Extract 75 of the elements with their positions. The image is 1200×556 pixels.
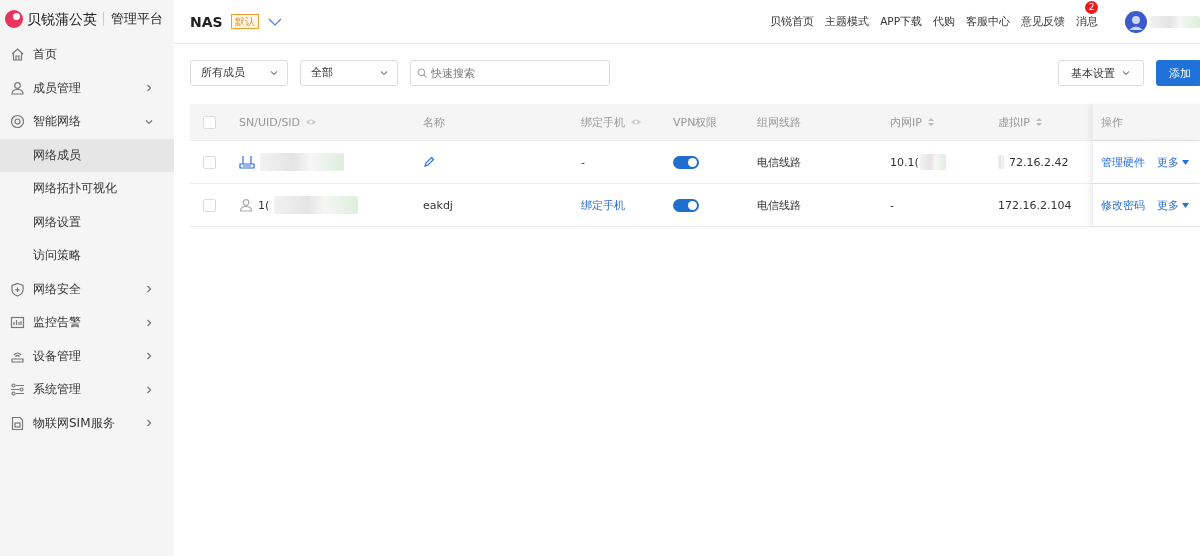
header-link[interactable]: 主题模式 — [825, 14, 870, 29]
toggle-switch[interactable] — [673, 155, 699, 169]
pencil-icon[interactable] — [423, 156, 435, 168]
caret-down-icon — [1182, 159, 1189, 165]
more-dropdown[interactable]: 更多 — [1157, 197, 1189, 213]
sliders-icon — [10, 382, 25, 398]
router-icon — [239, 155, 255, 169]
table-cell: - — [581, 155, 585, 169]
bind-phone-link[interactable]: 绑定手机 — [581, 197, 625, 213]
filter-dropdown[interactable]: 全部 — [300, 60, 398, 86]
chevron-down-icon — [269, 68, 279, 78]
table-cell: 72.16.2.42 — [1009, 155, 1069, 169]
add-button[interactable]: 添加 — [1156, 60, 1200, 86]
header-link[interactable]: 意见反馈 — [1021, 14, 1065, 29]
column-header: SN/UID/SID — [239, 115, 301, 129]
sidebar-item[interactable]: 物联网SIM服务 — [0, 406, 174, 440]
table-cell: 电信线路 — [757, 154, 801, 170]
chevron-down-icon — [1121, 68, 1131, 78]
sidebar-item[interactable]: 设备管理 — [0, 339, 174, 373]
sidebar-item[interactable]: 网络安全 — [0, 272, 174, 306]
more-dropdown[interactable]: 更多 — [1157, 154, 1189, 170]
column-header: 名称 — [423, 114, 445, 130]
column-header: 绑定手机 — [581, 114, 625, 130]
chevron-down-icon — [379, 68, 389, 78]
sidebar-item[interactable]: 成员管理 — [0, 71, 174, 105]
table-cell: 电信线路 — [757, 197, 801, 213]
home-icon — [10, 47, 25, 63]
settings-dropdown[interactable]: 基本设置 — [1058, 60, 1144, 86]
column-header: 组网线路 — [757, 114, 801, 130]
sidebar-item[interactable]: 首页 — [0, 38, 174, 72]
filter-dropdown[interactable]: 所有成员 — [190, 60, 288, 86]
chevron-down-icon[interactable] — [266, 16, 283, 27]
table-cell: - — [890, 198, 894, 212]
brand-name: 贝锐蒲公英 — [27, 12, 104, 26]
column-header: 操作 — [1101, 114, 1123, 130]
shield-icon — [10, 281, 25, 297]
table-cell: 10.1( — [890, 155, 919, 169]
table-cell: 172.16.2.104 — [998, 198, 1072, 212]
avatar-icon — [1125, 10, 1147, 33]
sidebar-subitem[interactable]: 网络成员 — [0, 138, 174, 172]
header-link[interactable]: 客服中心 — [966, 14, 1010, 29]
header-link[interactable]: APP下载 — [880, 14, 922, 29]
header-link[interactable]: 代购 — [933, 14, 955, 29]
default-badge: 默认 — [230, 14, 259, 29]
sidebar-item[interactable]: 智能网络 — [0, 105, 174, 139]
sim-card-icon — [10, 415, 25, 431]
toggle-switch[interactable] — [673, 198, 699, 212]
checkbox[interactable] — [203, 155, 216, 169]
platform-title: 管理平台 — [110, 10, 163, 28]
column-header: VPN权限 — [673, 114, 718, 130]
sidebar-item[interactable]: 监控告警 — [0, 306, 174, 340]
column-header: 内网IP — [890, 114, 922, 130]
header-link[interactable]: 消息 — [1076, 14, 1098, 29]
logo-icon — [4, 9, 24, 29]
user-icon — [10, 80, 25, 96]
action-link[interactable]: 管理硬件 — [1101, 154, 1145, 170]
sidebar-item[interactable]: 系统管理 — [0, 373, 174, 407]
search-icon — [417, 68, 427, 78]
network-name: NAS — [190, 13, 223, 30]
table-cell: eakdj — [423, 198, 453, 212]
table-cell: 1( — [258, 198, 270, 212]
notification-badge: 2 — [1085, 0, 1099, 14]
chart-icon — [10, 315, 25, 331]
sidebar-subitem[interactable]: 访问策略 — [0, 239, 174, 273]
caret-down-icon — [1182, 202, 1189, 208]
sidebar-subitem[interactable]: 网络拓扑可视化 — [0, 172, 174, 206]
checkbox[interactable] — [203, 115, 216, 129]
target-icon — [10, 114, 25, 130]
user-icon — [239, 198, 253, 212]
header-link[interactable]: 贝锐首页 — [770, 14, 815, 29]
search-field[interactable]: 快速搜索 — [410, 60, 610, 86]
action-link[interactable]: 修改密码 — [1101, 197, 1145, 213]
column-header: 虚拟IP — [998, 114, 1030, 130]
sidebar-subitem[interactable]: 网络设置 — [0, 205, 174, 239]
checkbox[interactable] — [203, 198, 216, 212]
